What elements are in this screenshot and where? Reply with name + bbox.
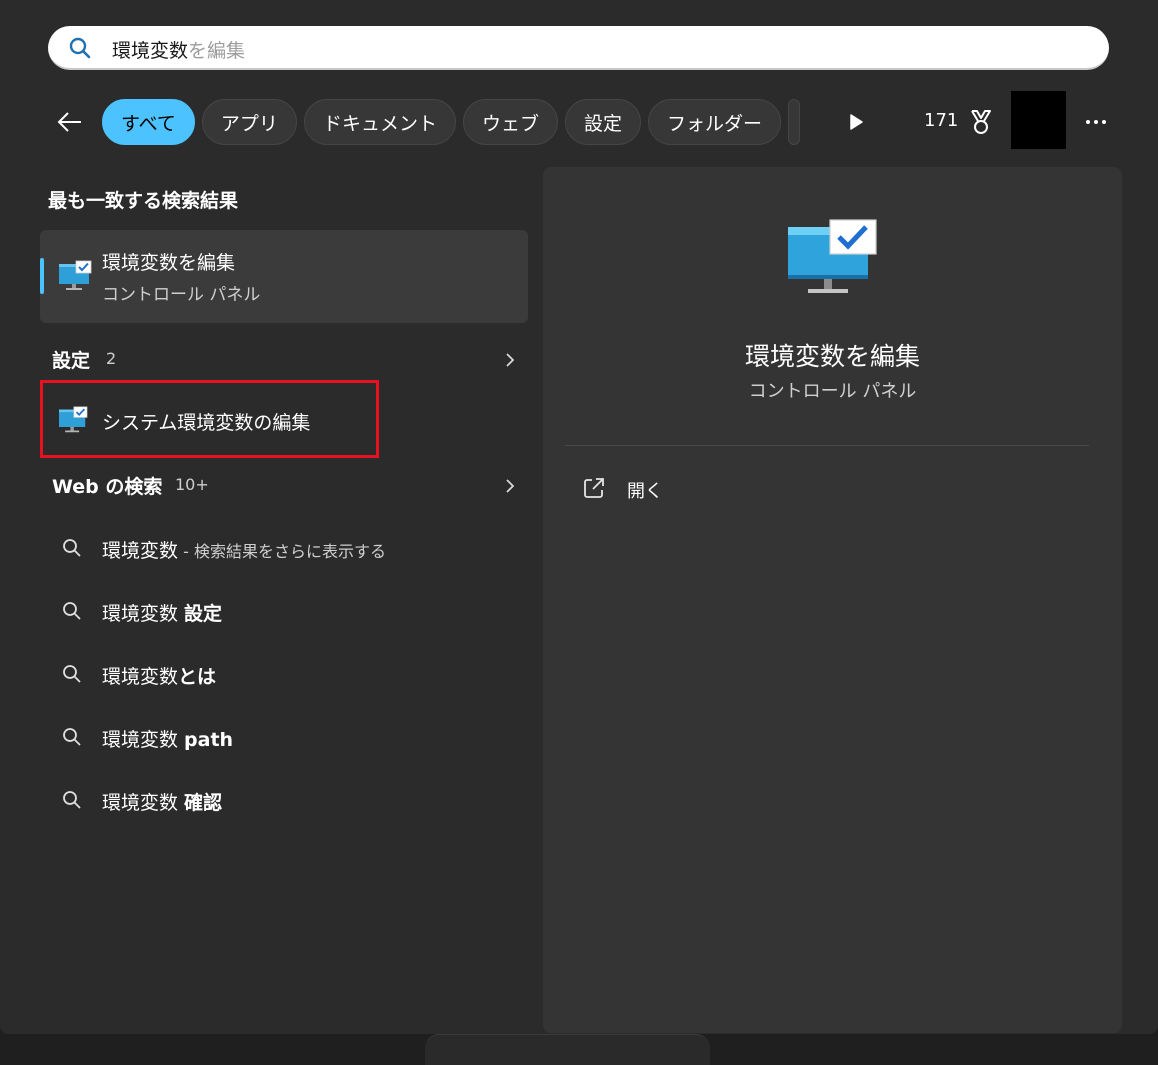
web-suggestion-completion: path	[184, 729, 234, 751]
best-match-heading: 最も一致する検索結果	[48, 190, 239, 212]
open-action[interactable]: 開く	[583, 475, 783, 505]
settings-group-header[interactable]: 設定 2	[52, 346, 522, 376]
web-search-suggestion[interactable]: 環境変数とは	[52, 652, 522, 696]
filter-tab-settings[interactable]: 設定	[564, 99, 641, 145]
web-search-group-label: Web の検索	[52, 476, 163, 498]
selection-indicator	[40, 258, 44, 294]
avatar[interactable]	[1011, 91, 1066, 149]
search-input[interactable]: 環境変数を編集	[112, 36, 245, 63]
monitor-check-icon	[788, 219, 877, 293]
web-suggestion-completion: とは	[178, 666, 217, 688]
filter-tab-all[interactable]: すべて	[102, 99, 195, 145]
monitor-check-icon	[59, 406, 88, 433]
filter-tab-documents[interactable]: ドキュメント	[303, 99, 456, 145]
chevron-right-icon[interactable]	[502, 351, 518, 369]
settings-group-count: 2	[106, 349, 117, 368]
web-suggestion-completion: 確認	[184, 792, 223, 814]
filter-tab-apps[interactable]: アプリ	[201, 99, 297, 145]
open-action-label: 開く	[627, 481, 663, 502]
settings-group-label: 設定	[52, 350, 91, 372]
rewards-points: 171	[924, 110, 959, 131]
monitor-check-icon	[59, 260, 92, 290]
more-options-icon[interactable]	[1082, 109, 1110, 135]
web-search-group-count: 10+	[175, 475, 209, 494]
settings-result-system-env[interactable]: システム環境変数の編集	[44, 384, 380, 458]
taskbar-peek	[425, 1034, 710, 1065]
web-suggestion-main: 環境変数	[102, 666, 179, 688]
detail-title: 環境変数を編集	[744, 342, 920, 371]
web-suggestion-main: 環境変数	[102, 540, 179, 562]
search-icon	[63, 728, 81, 746]
filter-tabs: すべて アプリ ドキュメント ウェブ 設定 フォルダー	[102, 99, 818, 147]
settings-result-label: システム環境変数の編集	[102, 412, 311, 434]
detail-subtitle: コントロール パネル	[748, 381, 917, 402]
web-suggestion-suffix: - 検索結果をさらに表示する	[178, 542, 386, 561]
filter-tab-web[interactable]: ウェブ	[462, 99, 558, 145]
web-suggestion-main: 環境変数	[102, 792, 185, 814]
search-autocomplete-suggestion: を編集	[188, 40, 246, 62]
best-match-title: 環境変数を編集	[102, 252, 236, 274]
filter-tab-folders[interactable]: フォルダー	[647, 99, 781, 145]
search-icon	[63, 539, 81, 557]
rewards-medal-icon[interactable]	[968, 108, 994, 136]
web-suggestion-main: 環境変数	[102, 603, 185, 625]
search-icon	[63, 602, 81, 620]
search-icon	[69, 37, 91, 59]
detail-pane: 環境変数を編集 コントロール パネル 開く	[543, 167, 1122, 1033]
web-search-group-header[interactable]: Web の検索 10+	[52, 472, 522, 502]
play-icon[interactable]	[846, 112, 866, 132]
search-icon	[63, 791, 81, 809]
web-search-suggestion[interactable]: 環境変数 設定	[52, 589, 522, 633]
search-typed-text: 環境変数	[112, 40, 189, 62]
web-search-suggestion[interactable]: 環境変数 path	[52, 715, 522, 759]
chevron-right-icon[interactable]	[502, 477, 518, 495]
divider	[565, 445, 1089, 446]
web-suggestion-main: 環境変数	[102, 729, 185, 751]
back-arrow-icon[interactable]	[56, 108, 84, 136]
web-suggestion-completion: 設定	[184, 603, 223, 625]
filter-tab-overflow[interactable]	[788, 99, 800, 145]
web-search-suggestion[interactable]: 環境変数 確認	[52, 778, 522, 822]
search-box[interactable]: 環境変数を編集	[48, 26, 1109, 70]
search-icon	[63, 665, 81, 683]
best-match-subtitle: コントロール パネル	[102, 285, 261, 305]
web-search-suggestion[interactable]: 環境変数 - 検索結果をさらに表示する	[52, 526, 522, 570]
open-external-icon	[584, 478, 604, 498]
search-panel: 環境変数を編集 すべて アプリ ドキュメント ウェブ 設定 フォルダー 171 …	[0, 0, 1158, 1034]
best-match-result[interactable]: 環境変数を編集 コントロール パネル	[40, 230, 528, 323]
